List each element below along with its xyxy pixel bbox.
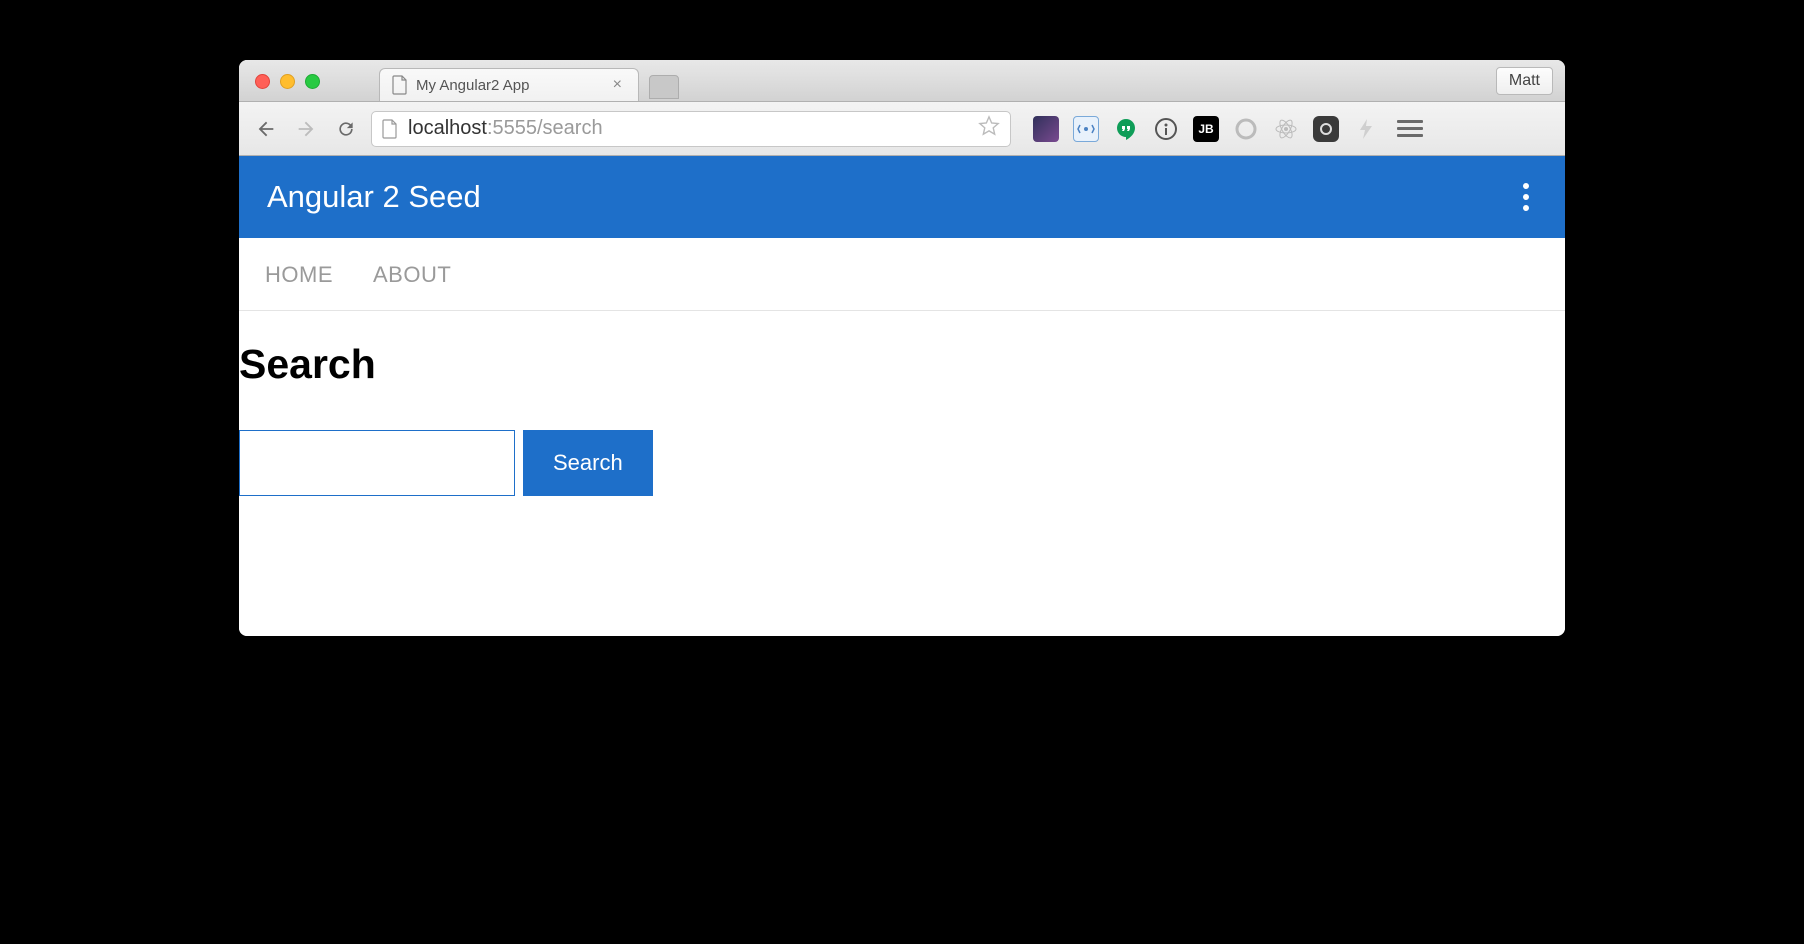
search-form: Search <box>239 430 1565 496</box>
tab-strip: My Angular2 App × <box>379 60 679 101</box>
extension-icon-hangouts[interactable] <box>1113 116 1139 142</box>
extension-icon-devtools[interactable] <box>1073 116 1099 142</box>
nav-link-about[interactable]: ABOUT <box>373 262 451 288</box>
browser-user-button[interactable]: Matt <box>1496 67 1553 95</box>
app-title: Angular 2 Seed <box>267 179 481 215</box>
new-tab-button[interactable] <box>649 75 679 99</box>
nav-link-home[interactable]: HOME <box>265 262 333 288</box>
page-heading: Search <box>239 341 1565 388</box>
url-text: localhost:5555/search <box>408 117 968 140</box>
maximize-window-button[interactable] <box>305 74 320 89</box>
browser-toolbar: localhost:5555/search JB <box>239 102 1565 156</box>
browser-titlebar: My Angular2 App × Matt <box>239 60 1565 102</box>
main-content: Search Search <box>239 311 1565 536</box>
bookmark-star-icon[interactable] <box>978 115 1000 142</box>
file-icon <box>392 75 408 95</box>
extension-icon-lightning[interactable] <box>1353 116 1379 142</box>
browser-window: My Angular2 App × Matt localhost:5555/se… <box>239 60 1565 636</box>
search-input[interactable] <box>239 430 515 496</box>
reload-button[interactable] <box>331 114 361 144</box>
extension-icon-gauge[interactable] <box>1033 116 1059 142</box>
app-menu-button[interactable] <box>1515 175 1537 219</box>
tab-close-button[interactable]: × <box>609 76 626 94</box>
extension-icon-jb[interactable]: JB <box>1193 116 1219 142</box>
extension-icon-react[interactable] <box>1273 116 1299 142</box>
extension-icon-circle[interactable] <box>1233 116 1259 142</box>
nav-bar: HOME ABOUT <box>239 238 1565 311</box>
extension-icons: JB <box>1033 116 1379 142</box>
address-bar[interactable]: localhost:5555/search <box>371 111 1011 147</box>
close-window-button[interactable] <box>255 74 270 89</box>
extension-icon-square[interactable] <box>1313 116 1339 142</box>
minimize-window-button[interactable] <box>280 74 295 89</box>
back-button[interactable] <box>251 114 281 144</box>
page-viewport: Angular 2 Seed HOME ABOUT Search Search <box>239 156 1565 636</box>
browser-menu-button[interactable] <box>1397 120 1423 137</box>
window-controls <box>255 74 320 89</box>
app-header: Angular 2 Seed <box>239 156 1565 238</box>
extension-icon-info[interactable] <box>1153 116 1179 142</box>
tab-title: My Angular2 App <box>416 77 601 94</box>
file-icon <box>382 119 398 139</box>
browser-tab-active[interactable]: My Angular2 App × <box>379 68 639 101</box>
search-button[interactable]: Search <box>523 430 653 496</box>
url-path: :5555/search <box>487 117 603 139</box>
forward-button[interactable] <box>291 114 321 144</box>
url-host: localhost <box>408 117 487 139</box>
